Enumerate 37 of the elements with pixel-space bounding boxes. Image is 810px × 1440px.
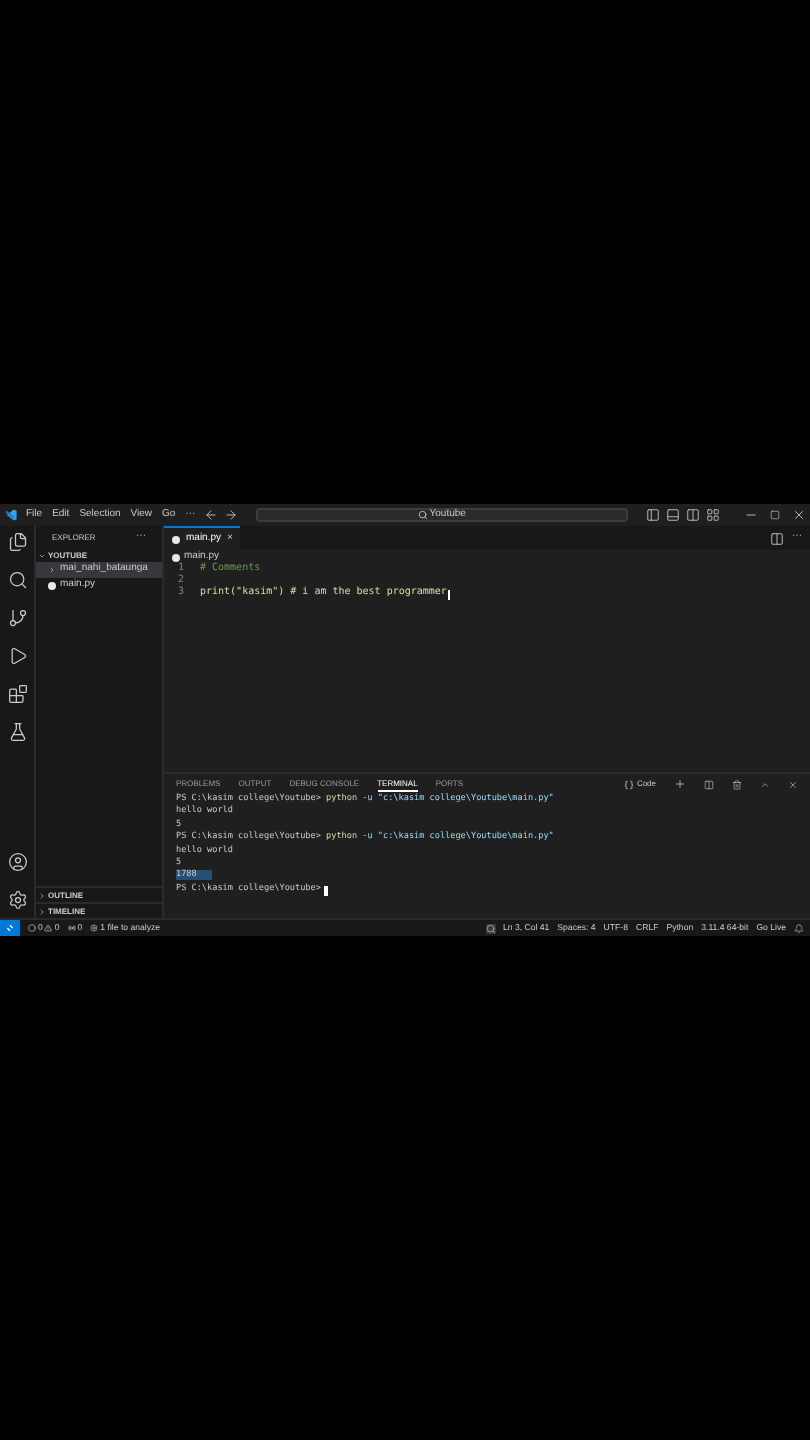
split-terminal-icon[interactable]	[704, 779, 714, 789]
account-icon[interactable]	[7, 852, 27, 872]
remote-button[interactable]	[0, 920, 20, 936]
python-file-icon	[48, 582, 56, 590]
zoom-icon[interactable]	[485, 923, 495, 933]
settings-icon[interactable]	[7, 890, 27, 910]
search-icon	[417, 510, 428, 520]
gear-icon	[90, 924, 99, 932]
cursor	[324, 885, 329, 896]
back-arrow-icon[interactable]	[203, 508, 218, 522]
warning-icon	[44, 924, 53, 932]
add-icon[interactable]	[674, 778, 686, 790]
python-file-icon	[172, 535, 180, 543]
panel-toggle-icon[interactable]	[666, 508, 680, 522]
remote-icon	[6, 924, 14, 932]
branch-icon[interactable]	[7, 608, 27, 628]
forward-arrow-icon[interactable]	[223, 508, 238, 522]
extensions-icon[interactable]	[7, 684, 27, 704]
python-file-icon	[172, 553, 180, 561]
broadcast-icon	[67, 924, 76, 932]
run-icon[interactable]	[7, 646, 27, 666]
app-logo-icon	[4, 508, 18, 522]
text-cursor	[448, 589, 451, 599]
close-icon[interactable]	[792, 508, 806, 522]
layout-icon[interactable]	[706, 508, 720, 522]
trash-icon[interactable]	[732, 779, 742, 789]
error-icon	[28, 924, 36, 932]
maximize-icon[interactable]	[770, 510, 780, 520]
search-icon[interactable]	[7, 570, 27, 590]
bell-icon[interactable]	[794, 923, 804, 933]
files-icon[interactable]	[7, 532, 27, 552]
chevron-up-icon[interactable]	[760, 779, 770, 789]
flask-icon[interactable]	[7, 722, 27, 742]
split-editor-icon[interactable]	[770, 531, 784, 545]
minimize-icon[interactable]	[744, 508, 758, 522]
split-layout-icon[interactable]	[686, 508, 700, 522]
sidebar-toggle-icon[interactable]	[646, 508, 660, 522]
